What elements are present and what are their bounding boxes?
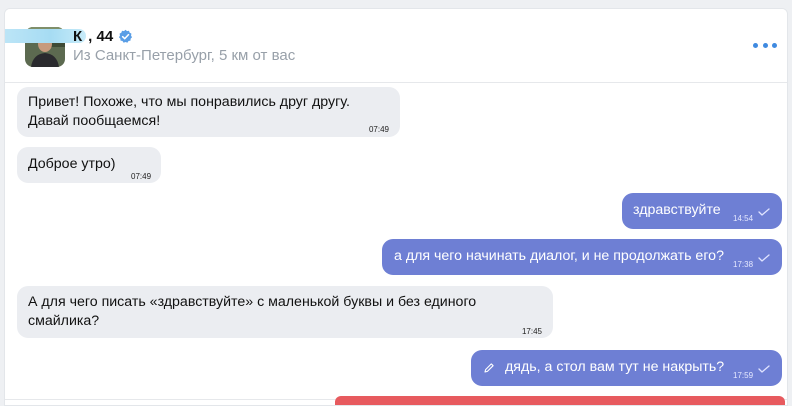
verified-icon xyxy=(119,29,133,43)
read-check-icon xyxy=(758,208,770,216)
message-text: смайлика? xyxy=(28,313,100,329)
message-time: 17:45 xyxy=(521,327,542,336)
read-check-icon xyxy=(758,365,770,373)
chat-panel: К , 44 Из Санкт-Петербург, 5 км от вас П… xyxy=(4,8,788,406)
contact-name[interactable]: К , 44 xyxy=(5,26,133,46)
message-text: дядь, а стол вам тут не накрыть? xyxy=(505,359,725,375)
message-time: 07:49 xyxy=(368,125,389,134)
contact-name-initial: К xyxy=(73,27,83,45)
message-text: здравствуйте xyxy=(633,202,721,218)
message-time: 17:38 xyxy=(733,260,754,269)
message-incoming[interactable]: Доброе утро) 07:49 xyxy=(17,147,161,183)
message-text: Давай пообщаемся! xyxy=(28,113,161,129)
message-incoming[interactable]: А для чего писать «здравствуйте» с мален… xyxy=(17,286,553,338)
message-time: 17:59 xyxy=(733,371,754,380)
message-text: А для чего писать «здравствуйте» с мален… xyxy=(28,294,477,310)
message-outgoing[interactable]: а для чего начинать диалог, и не продолж… xyxy=(382,239,782,275)
contact-age: , 44 xyxy=(88,27,114,45)
message-text: Привет! Похоже, что мы понравились друг … xyxy=(28,94,350,110)
message-outgoing[interactable]: дядь, а стол вам тут не накрыть? 17:59 xyxy=(471,350,782,386)
contact-location: Из Санкт-Петербург, 5 км от вас xyxy=(73,47,296,64)
message-text: а для чего начинать диалог, и не продолж… xyxy=(394,248,724,264)
more-icon[interactable] xyxy=(753,37,777,53)
edit-pencil-icon xyxy=(484,363,494,373)
chat-header: К , 44 Из Санкт-Петербург, 5 км от вас xyxy=(5,9,787,83)
message-text: Доброе утро) xyxy=(28,156,116,172)
message-outgoing[interactable]: здравствуйте 14:54 xyxy=(622,193,782,229)
message-time: 07:49 xyxy=(131,172,152,181)
message-incoming[interactable]: Привет! Похоже, что мы понравились друг … xyxy=(17,87,400,137)
action-bar[interactable] xyxy=(335,396,785,405)
message-time: 14:54 xyxy=(733,214,754,223)
read-check-icon xyxy=(758,254,770,262)
